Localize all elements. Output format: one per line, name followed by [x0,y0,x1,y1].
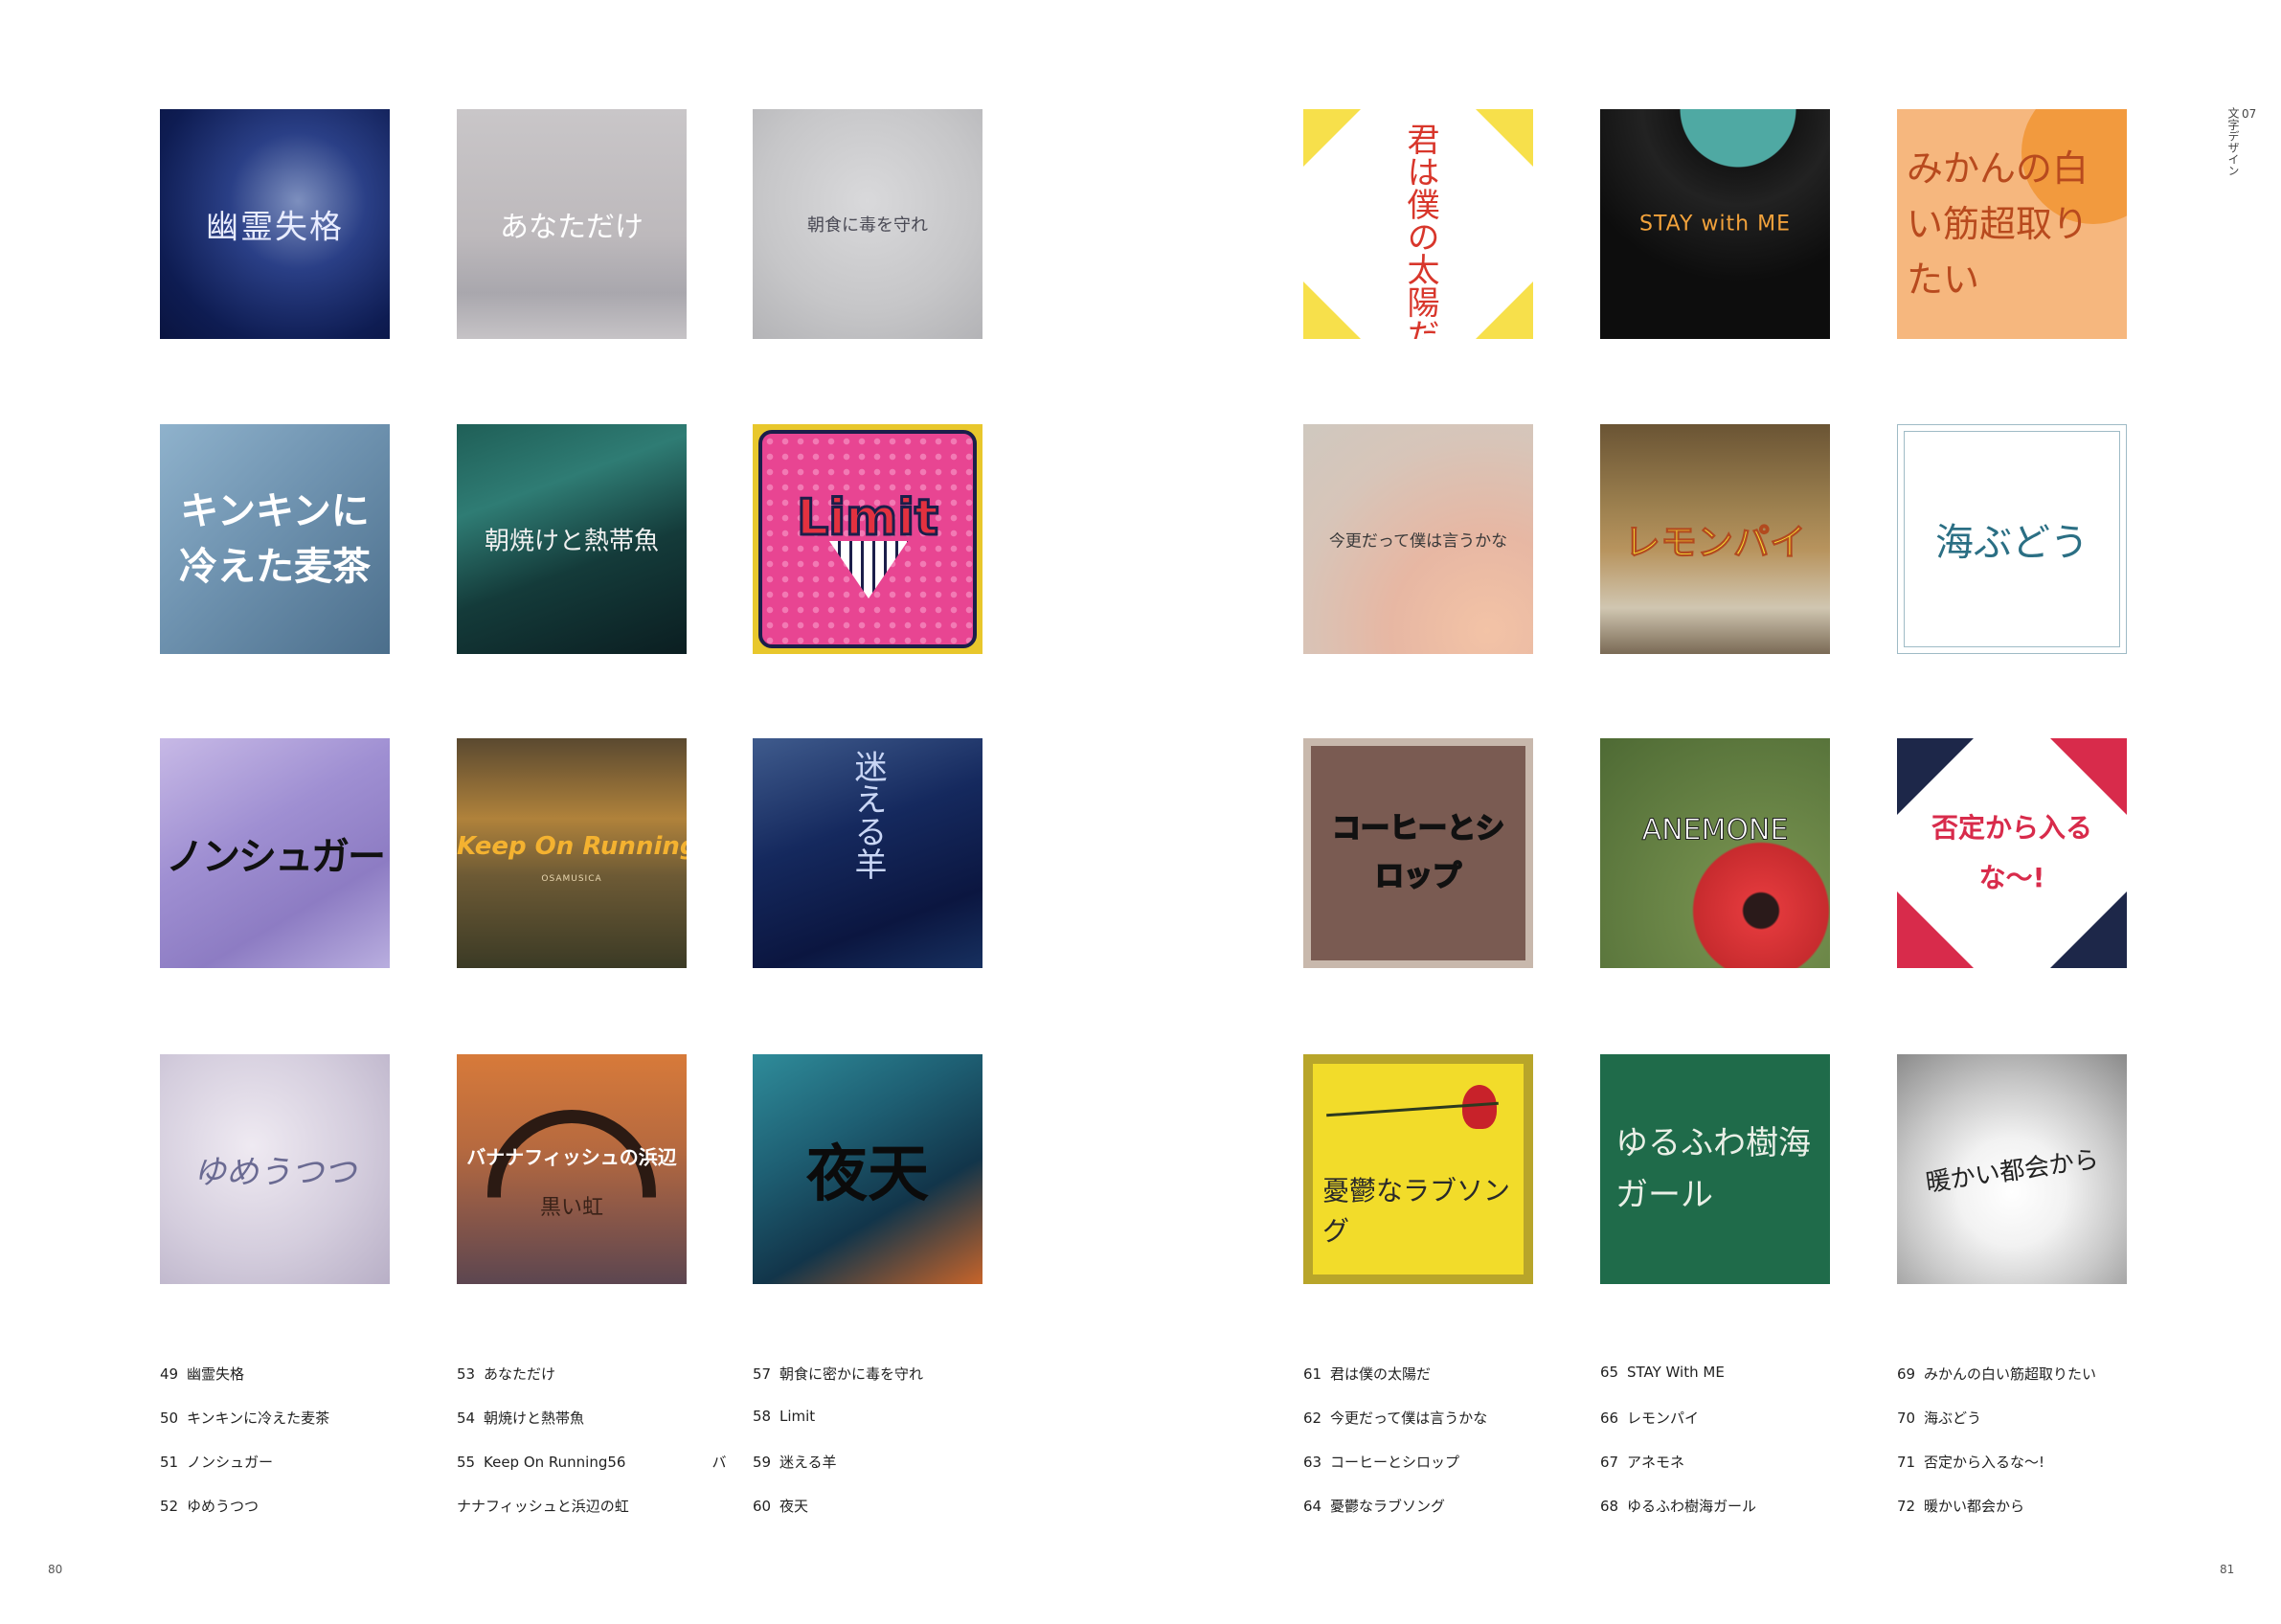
cover-title: 憂鬱なラブソング [1322,1175,1511,1247]
cover-coffee-syrup: コーヒーとシロップ [1303,738,1533,968]
caption-68: 68 ゆるふわ樹海ガール [1600,1498,1757,1515]
caption-58: 58 Limit [753,1408,816,1425]
cover-yaten: 夜天 [753,1054,982,1284]
cover-title: ノンシュガー [166,835,386,879]
cover-title: ANEMONE [1641,813,1789,847]
caption-52: 52 ゆめうつつ [160,1498,260,1515]
cover-title: Limit [796,488,940,549]
cover-yuutsu-love-song: 憂鬱なラブソング [1303,1054,1533,1284]
caption-72: 72 暖かい都会から [1897,1498,2025,1515]
page-number-left: 80 [48,1563,63,1576]
caption-60: 60 夜天 [753,1498,809,1515]
cover-title: みかんの白い筋超取りたい [1907,147,2089,301]
cover-limit-frame: Limit [758,430,977,648]
cover-mayoeru-hitsuji: 迷える羊 [753,738,982,968]
caption-65: 65 STAY With ME [1600,1364,1725,1381]
chapter-title: 文字デザイン [2226,107,2240,176]
cover-lemon-pie: レモンパイ [1600,424,1830,654]
caption-66: 66 レモンパイ [1600,1410,1700,1427]
corner-navy-br [2050,891,2127,968]
caption-70: 70 海ぶどう [1897,1410,1982,1427]
cover-hitei: 否定から入るな〜! [1897,738,2127,968]
cover-title: 否定から入るな〜! [1931,812,2092,893]
corner-red-bl [1897,891,1974,968]
corner-yellow-tr [1476,109,1533,167]
cover-title: コーヒーとシロップ [1331,811,1505,894]
cover-mikan: みかんの白い筋超取りたい [1897,109,2127,339]
cover-title: Keep On Running [457,831,687,861]
cover-choshoku: 朝食に毒を守れ [753,109,982,339]
chapter-number: 07 [2242,107,2257,121]
cover-title: 海ぶどう [1935,521,2089,565]
cover-yume-utsutsu: ゆめうつつ [160,1054,390,1284]
cover-title: レモンパイ [1623,521,1806,564]
cover-limit: Limit [753,424,982,654]
cover-imasara: 今更だって僕は言うかな [1303,424,1533,654]
caption-56-cont: ナナフィッシュと浜辺の虹 [457,1498,629,1515]
cover-title: 暖かい都会から [1924,1144,2101,1198]
page-number-right: 81 [2220,1563,2235,1576]
cover-keep-on-running: Keep On Running OSAMUSICA [457,738,687,968]
cover-banana-fish: バナナフィッシュの浜辺 黒い虹 [457,1054,687,1284]
caption-69: 69 みかんの白い筋超取りたい [1897,1365,2097,1383]
cover-umi-budo: 海ぶどう [1897,424,2127,654]
cover-title: あなただけ [500,211,644,244]
cover-title: 幽霊失格 [206,208,344,247]
cover-title: 朝食に毒を守れ [807,215,928,236]
caption-61: 61 君は僕の太陽だ [1303,1365,1432,1383]
rose-shape [1462,1085,1497,1129]
cover-subtitle: 黒い虹 [539,1196,603,1220]
chapter-tab: 07 文字デザイン [2225,107,2256,176]
cover-title: ゆめうつつ [193,1153,356,1192]
cover-yurufuwa: ゆるふわ樹海ガール [1600,1054,1830,1284]
caption-55: 55 Keep On Running56 バ [457,1454,727,1471]
cover-asayake-nettaigyo: 朝焼けと熱帯魚 [457,424,687,654]
cover-anemone: ANEMONE [1600,738,1830,968]
caption-71: 71 否定から入るな〜! [1897,1454,2045,1471]
fan-shape [829,541,908,598]
cover-title: STAY with ME [1638,212,1792,237]
cover-yellow-inner: 憂鬱なラブソング [1313,1064,1524,1274]
cover-anata-dake: あなただけ [457,109,687,339]
cover-subtitle: OSAMUSICA [541,874,602,884]
cover-title: 夜天 [806,1139,929,1210]
cover-yurei-shikkaku: 幽霊失格 [160,109,390,339]
corner-yellow-bl [1303,282,1361,339]
caption-50: 50 キンキンに冷えた麦茶 [160,1410,330,1427]
cover-title: 今更だって僕は言うかな [1328,531,1508,552]
cover-kinkin-mugicha: キンキンに冷えた麦茶 [160,424,390,654]
cover-kimi-wa-boku-no-taiyo: 君は僕の太陽だ! [1303,109,1533,339]
caption-63: 63 コーヒーとシロップ [1303,1454,1460,1471]
cover-title: 君は僕の太陽だ! [1401,123,1439,339]
corner-yellow-br [1476,282,1533,339]
cover-title: バナナフィッシュの浜辺 [466,1145,677,1169]
caption-57: 57 朝食に密かに毒を守れ [753,1365,924,1383]
cover-title: ゆるふわ樹海ガール [1615,1124,1811,1214]
cover-title: 朝焼けと熱帯魚 [484,527,659,556]
caption-64: 64 憂鬱なラブソング [1303,1498,1446,1515]
caption-62: 62 今更だって僕は言うかな [1303,1410,1488,1427]
cover-title: キンキンに冷えた麦茶 [179,489,371,589]
cover-title: 迷える羊 [848,750,887,880]
cover-stay-with-me: STAY with ME [1600,109,1830,339]
corner-yellow-tl [1303,109,1361,167]
caption-51: 51 ノンシュガー [160,1454,274,1471]
caption-54: 54 朝焼けと熱帯魚 [457,1410,585,1427]
caption-49: 49 幽霊失格 [160,1365,245,1383]
cover-atatakai-tokai: 暖かい都会から [1897,1054,2127,1284]
cover-non-sugar: ノンシュガー [160,738,390,968]
caption-67: 67 アネモネ [1600,1454,1685,1471]
cover-coffee-inner: コーヒーとシロップ [1311,746,1525,960]
caption-59: 59 迷える羊 [753,1454,837,1471]
caption-53: 53 あなただけ [457,1365,556,1383]
